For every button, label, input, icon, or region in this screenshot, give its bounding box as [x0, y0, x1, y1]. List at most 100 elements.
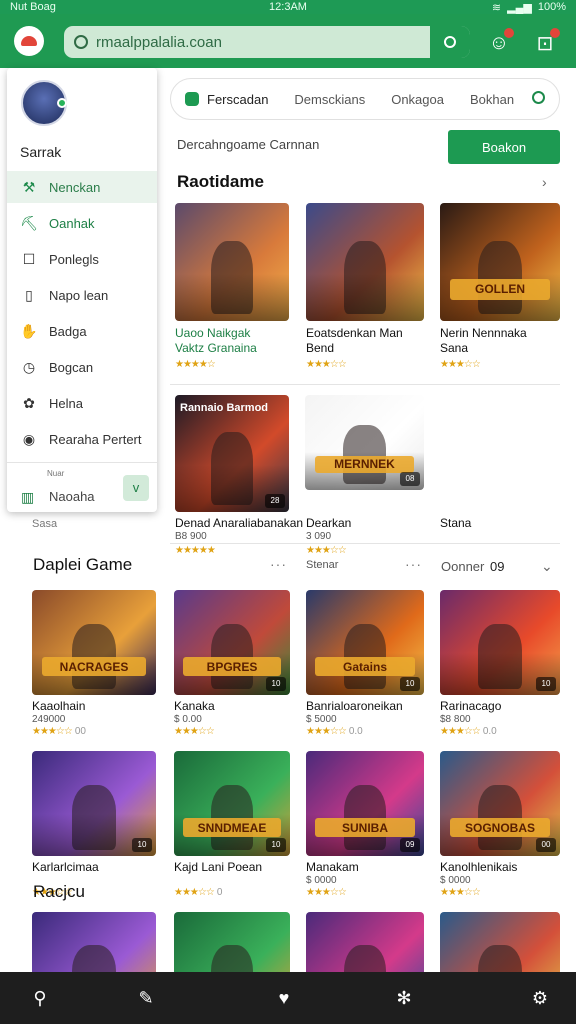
game-card-image[interactable] — [306, 203, 424, 321]
game-card-title[interactable]: Kanolhlenikais — [440, 860, 517, 875]
star-rating: ★★★☆☆ 00 — [32, 726, 86, 737]
game-card-title[interactable]: Nerin Nennnaka Sana — [440, 326, 527, 356]
sidebar-footer[interactable]: Nuar ▥ Naoaha v — [7, 462, 157, 512]
inbox-button[interactable]: ⊡ — [532, 28, 560, 56]
game-card-title[interactable]: Uaoo Naikgak Vaktz Granaina — [175, 326, 257, 356]
star-rating: ★★★★☆ — [175, 359, 216, 370]
tab-3[interactable]: Onkagoa — [391, 92, 444, 107]
game-logo: MERNNEK — [314, 455, 415, 473]
check-icon[interactable]: v — [123, 475, 149, 501]
sidebar-item-label: Ponlegls — [49, 251, 99, 267]
game-logo: GOLLEN — [449, 278, 551, 300]
gear-nav-icon[interactable]: ⚙ — [528, 986, 552, 1010]
sidebar-item[interactable]: ▯ Napo lean — [7, 279, 157, 311]
heart-nav-icon[interactable]: ♥ — [272, 986, 296, 1010]
chevron-right-icon[interactable]: › — [542, 174, 547, 190]
edit-nav-icon[interactable]: ✎ — [134, 986, 158, 1010]
star-rating: ★★★☆☆ 0.0 — [440, 726, 497, 737]
crossed-tools-icon: ⚒ — [22, 178, 36, 195]
rating-value: 0 — [216, 887, 223, 898]
search-input[interactable]: rmaalppalalia.coan — [96, 34, 222, 51]
tab-1[interactable]: Ferscadan — [185, 92, 268, 107]
game-card-image[interactable]: GOLLEN — [440, 203, 560, 321]
more-icon[interactable]: ··· — [405, 556, 422, 572]
game-card-price: 3 090 — [306, 531, 332, 542]
section-middle-label: Stenar — [306, 559, 339, 571]
sidebar-item[interactable]: ☐ Ponlegls — [7, 243, 157, 275]
sidebar-item[interactable]: ⛏ Oanhak — [7, 207, 157, 239]
sidebar-item-label: Rearaha Pertert — [49, 431, 142, 447]
game-card-price: B8 900 — [175, 531, 207, 542]
footer-caption: Nuar — [47, 469, 65, 478]
settings-nav-icon[interactable]: ✻ — [392, 986, 416, 1010]
star-rating: ★★★☆☆ — [174, 726, 215, 737]
tab-2[interactable]: Demsckians — [294, 92, 365, 107]
game-card-title[interactable]: Banrialoaroneikan — [306, 699, 403, 714]
game-card-title[interactable]: Karlarlcimaa — [32, 860, 99, 875]
primary-action-button[interactable]: Boakon — [448, 130, 560, 164]
game-card-image[interactable]: 10 — [32, 751, 156, 856]
sidebar-item[interactable]: ✋ Badga — [7, 315, 157, 347]
game-card-title[interactable]: Kaaolhain — [32, 699, 85, 714]
game-card-image[interactable]: Gatains 10 — [306, 590, 424, 695]
game-card-title[interactable]: Manakam — [306, 860, 359, 875]
notifications-button[interactable]: ☺ — [486, 28, 514, 56]
online-indicator — [57, 98, 67, 108]
search-bar[interactable]: rmaalppalalia.coan — [64, 26, 470, 58]
sidebar-item-label: Napo lean — [49, 287, 109, 303]
game-card-title[interactable]: Dearkan — [306, 516, 351, 531]
chevron-down-icon[interactable]: ⌄ — [541, 558, 553, 575]
game-card-title[interactable]: Rarinacago — [440, 699, 501, 714]
sidebar-item[interactable]: ◷ Bogcan — [7, 351, 157, 383]
sidebar-item-label: Nenckan — [49, 179, 101, 195]
game-logo: Gatains — [315, 657, 415, 677]
game-card-title[interactable]: Stana — [440, 516, 471, 531]
sort-label[interactable]: Oonner — [441, 559, 484, 574]
game-card-image[interactable]: SNNDMEAE 10 — [174, 751, 290, 856]
game-card-title[interactable]: Kanaka — [174, 699, 215, 714]
puzzle-icon: ✿ — [23, 394, 35, 411]
game-card-title[interactable]: Kajd Lani Poean — [174, 860, 262, 875]
status-bar: Nut Boag 12:3AM ≋ ▂▄▆ 100% — [0, 0, 576, 14]
game-logo: SOGNOBAS — [449, 818, 551, 838]
tab-label: Onkagoa — [391, 91, 444, 107]
game-card-image[interactable] — [175, 203, 289, 321]
tab-search-icon[interactable] — [532, 91, 545, 104]
sidebar-item-label: Bogcan — [49, 359, 94, 375]
app-logo[interactable] — [14, 26, 44, 56]
rating-badge: 08 — [400, 472, 420, 486]
clock-square-icon: ◷ — [22, 358, 36, 375]
tab-bar: Ferscadan Demsckians Onkagoa Bokhan — [170, 78, 560, 120]
rating-badge: 09 — [400, 838, 420, 852]
sidebar-item[interactable]: ⚒ Nenckan — [7, 171, 157, 203]
tab-4[interactable]: Bokhan — [470, 92, 514, 107]
search-nav-icon[interactable]: ⚲ — [28, 986, 52, 1010]
rating-badge: 28 — [265, 494, 285, 508]
game-card-image[interactable]: 10 — [440, 590, 560, 695]
more-icon[interactable]: ··· — [270, 556, 287, 572]
sidebar-title: Sarrak — [20, 144, 62, 160]
star-rating: ★★★☆☆ — [306, 359, 347, 370]
footer-label: Naoaha — [49, 489, 95, 504]
game-card-overlay-title: Rannaio Barmod — [180, 402, 269, 414]
star-rating: ★★★☆☆ — [440, 887, 481, 898]
game-card-image[interactable]: NACRAGES — [32, 590, 156, 695]
section-heading-featured: Raotidame — [177, 172, 264, 191]
game-card-image[interactable]: BPGRES 10 — [174, 590, 290, 695]
clock: 12:3AM — [269, 1, 307, 13]
game-logo: BPGRES — [183, 657, 281, 677]
game-card-price: 249000 — [32, 714, 66, 725]
game-card-title[interactable]: Denad Anaraliabanakan — [175, 516, 303, 531]
game-card-image[interactable]: MERNNEK 08 — [305, 395, 424, 490]
avatar[interactable] — [21, 80, 67, 126]
game-card-title[interactable]: Eoatsdenkan Man Bend — [306, 326, 403, 356]
game-card-image[interactable]: SUNIBA 09 — [306, 751, 424, 856]
game-logo: SNNDMEAE — [183, 818, 281, 838]
sidebar-item[interactable]: ✿ Helna — [7, 387, 157, 419]
tab-icon — [185, 92, 199, 106]
sidebar-item-label: Helna — [49, 395, 83, 411]
game-card-image[interactable]: SOGNOBAS 00 — [440, 751, 560, 856]
sidebar-item[interactable]: ◉ Rearaha Pertert — [7, 423, 157, 455]
game-card-price: $ 0000 — [440, 875, 471, 886]
search-go-button[interactable] — [430, 26, 470, 58]
